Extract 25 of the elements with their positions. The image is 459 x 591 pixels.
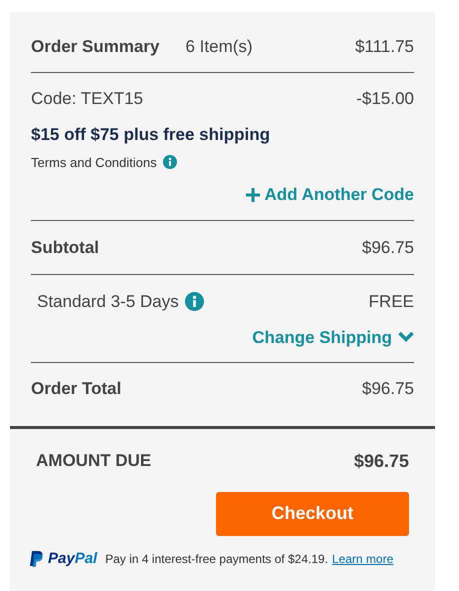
subtotal-label: Subtotal xyxy=(31,236,99,258)
amount-due: $96.75 xyxy=(354,450,409,472)
add-code-link[interactable]: Add Another Code xyxy=(246,182,414,208)
plus-icon xyxy=(246,188,260,202)
discount-amount: -$15.00 xyxy=(356,88,414,110)
summary-title: Order Summary xyxy=(31,36,160,58)
paypal-logo-icon xyxy=(30,550,44,567)
order-total-amount: $96.75 xyxy=(362,378,414,400)
learn-more-link[interactable]: Learn more xyxy=(332,550,394,568)
shipping-method: Standard 3-5 Days xyxy=(37,291,179,313)
checkout-button[interactable]: Checkout xyxy=(216,492,409,536)
paypal-logo: PayPal xyxy=(48,548,98,568)
info-icon[interactable] xyxy=(184,292,204,312)
change-shipping-link[interactable]: Change Shipping xyxy=(252,324,414,350)
terms-link[interactable]: Terms and Conditions xyxy=(31,152,157,172)
shipping-price: FREE xyxy=(368,291,414,313)
subtotal-amount: $96.75 xyxy=(362,236,414,258)
info-icon[interactable] xyxy=(162,155,177,170)
amount-due-label: AMOUNT DUE xyxy=(36,450,152,472)
item-count: 6 Item(s) xyxy=(186,36,254,58)
promo-code: Code: TEXT15 xyxy=(31,88,144,110)
summary-amount: $111.75 xyxy=(355,36,414,58)
promo-description: $15 off $75 plus free shipping xyxy=(31,124,272,146)
paypal-message: Pay in 4 interest-free payments of $24.19. xyxy=(105,550,328,568)
order-total-label: Order Total xyxy=(31,378,122,400)
